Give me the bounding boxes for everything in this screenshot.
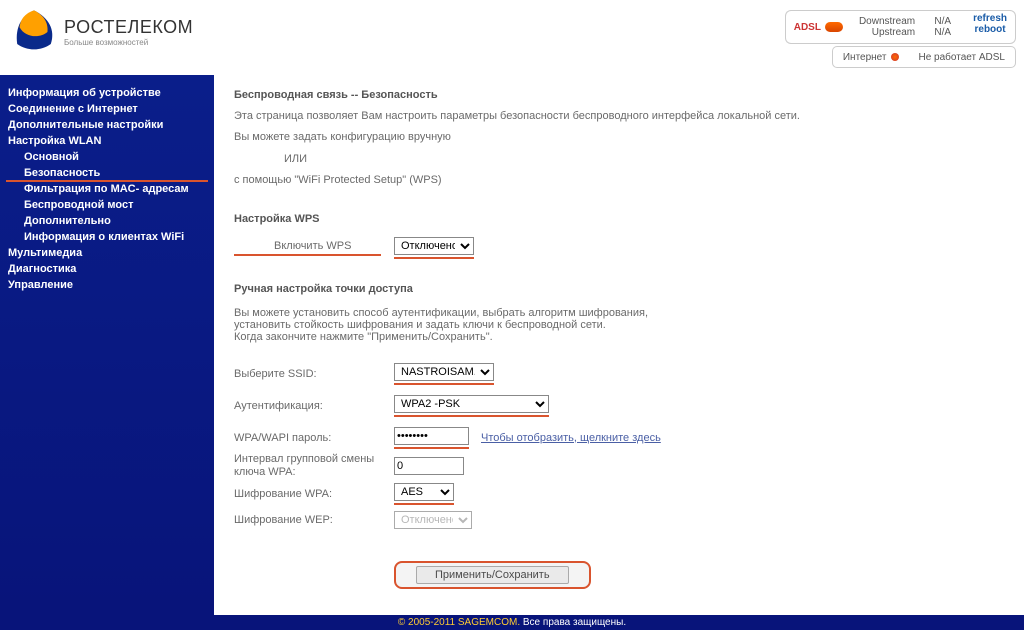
manual-heading: Ручная настройка точки доступа [234,283,1004,295]
adsl-label: ADSL [794,22,821,33]
nav-multimedia[interactable]: Мультимедиа [0,245,214,261]
nav-wlan-clients[interactable]: Информация о клиентах WiFi [0,229,214,245]
upstream-label: Upstream [872,27,915,38]
nav-wlan-extra[interactable]: Дополнительно [0,213,214,229]
internet-status-pill: Не работает ADSL [909,46,1017,68]
wep-enc-label: Шифрование WEP: [234,514,394,526]
manual-text-2: установить стойкость шифрования и задать… [234,319,1004,331]
rekey-input[interactable] [394,457,464,475]
intro-text-1: Эта страница позволяет Вам настроить пар… [234,109,1004,124]
manual-text-1: Вы можете установить способ аутентификац… [234,307,1004,319]
reboot-link[interactable]: reboot [974,24,1005,35]
status-panel: ADSL Downstream N/A Upstream N/A refresh… [785,10,1016,68]
upstream-value: N/A [925,27,951,38]
password-label: WPA/WAPI пароль: [234,432,394,444]
nav-connection[interactable]: Соединение с Интернет [0,101,214,117]
refresh-link[interactable]: refresh [973,13,1007,24]
brand-title: РОСТЕЛЕКОМ [64,17,193,38]
auth-select[interactable]: WPA2 -PSK [394,395,549,413]
adsl-badge-icon [825,22,843,32]
wpa-enc-select[interactable]: AES [394,483,454,501]
ssid-label: Выберите SSID: [234,368,394,380]
adsl-status: ADSL [785,10,851,44]
downstream-label: Downstream [859,16,915,27]
nav-diagnostics[interactable]: Диагностика [0,261,214,277]
sidebar-nav: Информация об устройстве Соединение с Ин… [0,75,214,615]
wpa-enc-label: Шифрование WPA: [234,488,394,500]
wps-enable-select[interactable]: Отключено [394,237,474,255]
rostelecom-icon [10,8,58,56]
nav-wlan-security[interactable]: Безопасность [0,165,214,181]
stream-values: Downstream N/A Upstream N/A [851,10,965,44]
content-area: Беспроводная связь -- Безопасность Эта с… [214,75,1024,615]
downstream-value: N/A [925,16,951,27]
nav-advanced[interactable]: Дополнительные настройки [0,117,214,133]
nav-wlan-bridge[interactable]: Беспроводной мост [0,197,214,213]
nav-wlan-basic[interactable]: Основной [0,149,214,165]
internet-label-pill: Интернет [832,46,909,68]
apply-save-button[interactable]: Применить/Сохранить [394,561,591,589]
ssid-select[interactable]: NASTROISAM.RU [394,363,494,381]
status-dot-icon [891,53,899,61]
intro-text-4: с помощью "WiFi Protected Setup" (WPS) [234,173,1004,188]
nav-device-info[interactable]: Информация об устройстве [0,85,214,101]
brand-logo: РОСТЕЛЕКОМ Больше возможностей [10,8,193,56]
wep-enc-select: Отключено [394,511,472,529]
brand-subtitle: Больше возможностей [64,38,193,47]
rekey-label: Интервал групповой смены ключа WPA: [234,453,394,479]
nav-management[interactable]: Управление [0,277,214,293]
nav-wlan-mac[interactable]: Фильтрация по MAC- адресам [0,181,214,197]
wps-heading: Настройка WPS [234,213,1004,225]
intro-text-2: Вы можете задать конфигурацию вручную [234,130,1004,145]
action-links: refresh reboot [965,10,1016,44]
nav-wlan[interactable]: Настройка WLAN [0,133,214,149]
manual-text-3: Когда закончите нажмите "Применить/Сохра… [234,331,1004,343]
auth-label: Аутентификация: [234,400,394,412]
page-title: Беспроводная связь -- Безопасность [234,89,1004,101]
intro-or: ИЛИ [234,152,1004,167]
password-input[interactable] [394,427,469,445]
footer: © 2005-2011 SAGEMCOM. Все права защищены… [0,615,1024,630]
show-password-link[interactable]: Чтобы отобразить, щелкните здесь [481,432,661,444]
wps-enable-label: Включить WPS [234,240,394,256]
